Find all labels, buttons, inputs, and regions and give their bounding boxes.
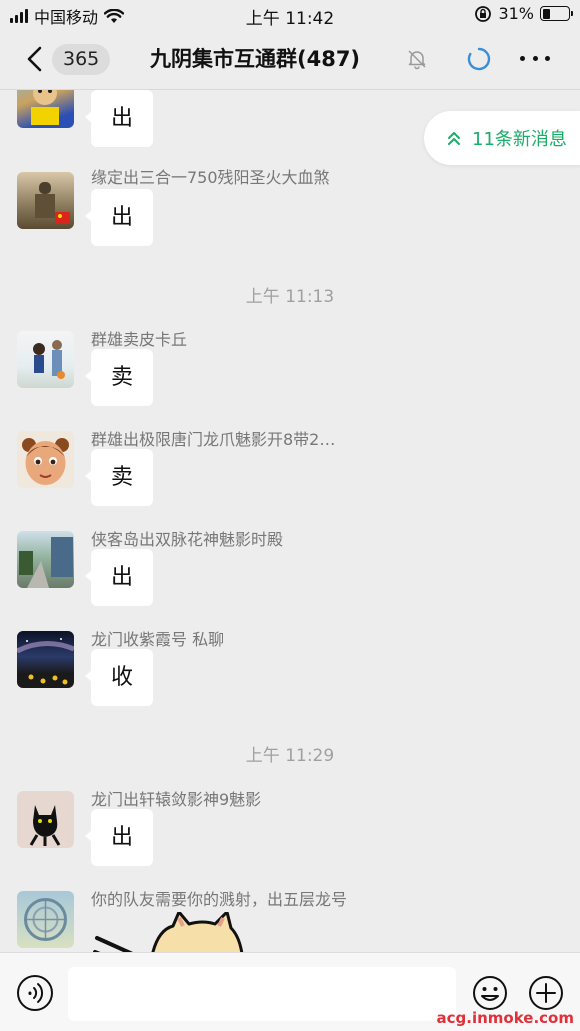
back-button[interactable] <box>22 44 50 74</box>
avatar[interactable] <box>17 791 74 848</box>
new-messages-button[interactable]: 11条新消息 <box>424 111 580 165</box>
new-messages-label: 11条新消息 <box>472 129 567 150</box>
sender-name: 龙门出轩辕敛影神9魅影 <box>91 790 262 809</box>
voice-icon <box>28 983 44 1003</box>
avatar[interactable] <box>17 331 74 388</box>
watermark-text: acg.inmoke.com <box>436 1009 574 1027</box>
sender-name: 你的队友需要你的溅射，出五层龙号 <box>91 890 348 909</box>
message-bubble[interactable]: 出 <box>85 549 153 606</box>
avatar[interactable] <box>17 631 74 688</box>
status-bar: 中国移动 上午 11:42 31% <box>0 0 580 30</box>
mute-bell-icon <box>408 50 426 70</box>
page-title: 九阴集市互通群(487) <box>150 47 361 71</box>
message-list[interactable]: 出 缘定出三合一750残阳圣火大血煞 出 上午 11:13 群雄卖皮卡丘 卖 群… <box>0 90 580 952</box>
time-divider: 上午 11:13 <box>245 287 335 307</box>
double-chevron-up-icon <box>448 132 460 145</box>
avatar[interactable] <box>17 891 74 948</box>
avatar[interactable] <box>17 531 74 588</box>
message-bubble[interactable]: 出 <box>85 189 153 246</box>
emoji-button[interactable] <box>472 975 508 1011</box>
nav-bar: 365 九阴集市互通群(487) <box>0 30 580 88</box>
sender-name: 群雄出极限唐门龙爪魅影开8带2… <box>91 430 336 449</box>
message-bubble[interactable]: 收 <box>85 649 153 706</box>
sender-name: 缘定出三合一750残阳圣火大血煞 <box>91 168 330 187</box>
sender-name: 侠客岛出双脉花神魅影时殿 <box>91 530 284 549</box>
orientation-lock-icon <box>475 5 492 22</box>
more-options-button[interactable] <box>520 50 550 66</box>
time-divider: 上午 11:29 <box>245 746 335 766</box>
message-bubble[interactable]: 卖 <box>85 449 153 506</box>
message-bubble[interactable]: 出 <box>85 90 153 147</box>
battery-icon <box>540 6 573 21</box>
battery-percent: 31% <box>498 4 534 23</box>
message-bubble[interactable]: 出 <box>85 809 153 866</box>
avatar[interactable] <box>17 90 74 128</box>
voice-input-button[interactable] <box>17 975 53 1011</box>
unread-count-badge[interactable]: 365 <box>52 44 111 75</box>
message-bubble[interactable]: 卖 <box>85 349 153 406</box>
sticker-image[interactable] <box>91 912 251 952</box>
input-bar: acg.inmoke.com <box>0 952 580 1031</box>
avatar[interactable] <box>17 431 74 488</box>
chat-screen: 中国移动 上午 11:42 31% 365 九阴集市互通群(487) 出 缘定出… <box>0 0 580 1031</box>
more-actions-button[interactable] <box>528 975 564 1011</box>
sender-name: 龙门收紫霞号 私聊 <box>91 630 225 649</box>
avatar[interactable] <box>17 172 74 229</box>
loading-spinner-icon <box>467 47 491 71</box>
sender-name: 群雄卖皮卡丘 <box>91 330 188 349</box>
message-input[interactable] <box>68 967 456 1021</box>
